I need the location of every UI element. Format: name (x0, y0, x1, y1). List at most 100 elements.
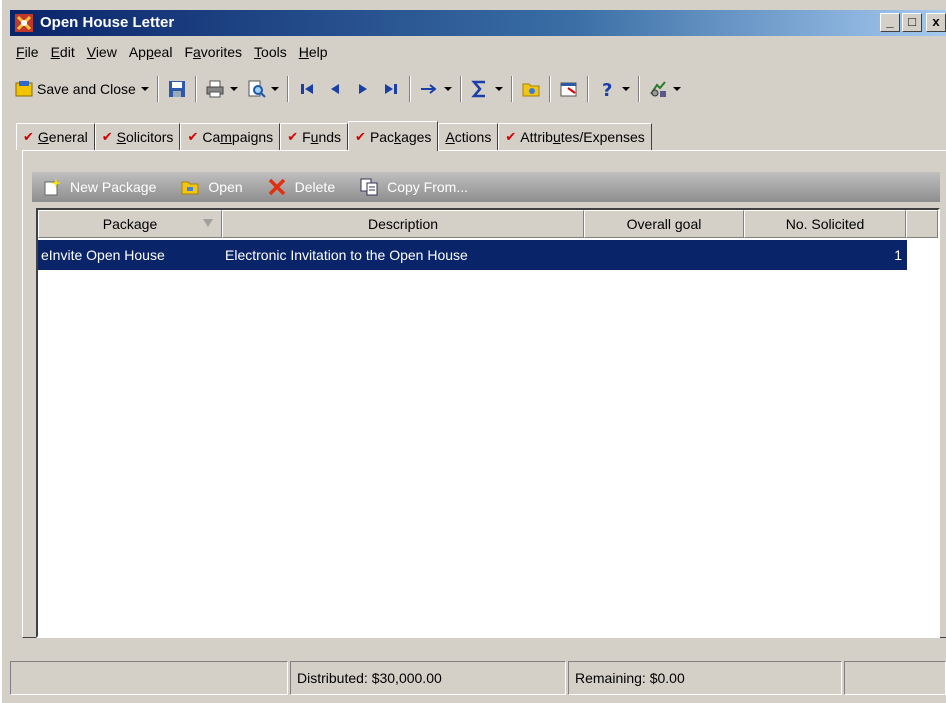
tab-actions[interactable]: Actions (438, 123, 499, 150)
toolbar-separator (510, 76, 513, 102)
column-header-filler (906, 210, 938, 238)
cell-no-solicited: 1 (894, 247, 902, 263)
column-header-no-solicited[interactable]: No. Solicited (744, 210, 906, 238)
new-item-icon (44, 178, 61, 196)
status-panel-empty (10, 661, 288, 695)
menu-tools[interactable]: Tools (248, 44, 293, 60)
column-header-description[interactable]: Description (222, 210, 584, 238)
checkmark-icon: ✔ (355, 128, 366, 144)
toolbar-separator (156, 76, 159, 102)
status-remaining: Remaining: $0.00 (568, 661, 842, 695)
go-to-button[interactable] (415, 74, 456, 104)
status-panel-extra (844, 661, 946, 695)
menu-bar: File Edit View Appeal Favorites Tools He… (10, 40, 334, 64)
sort-arrow-icon (203, 219, 213, 227)
last-record-button[interactable] (377, 74, 405, 104)
tab-attributes-expenses[interactable]: ✔ Attrib u tes/Expenses (498, 123, 652, 150)
preview-button[interactable] (242, 74, 283, 104)
print-dropdown-caret[interactable] (229, 87, 238, 91)
delete-button[interactable]: Delete (267, 177, 335, 197)
menu-help[interactable]: Help (293, 44, 334, 60)
cell-package: eInvite Open House (41, 247, 165, 263)
menu-favorites[interactable]: Favorites (178, 44, 248, 60)
sigma-icon (471, 80, 485, 98)
print-preview-icon (248, 80, 266, 98)
checkmark-icon: ✔ (187, 129, 199, 144)
previous-record-icon (330, 84, 339, 94)
column-label: Description (367, 216, 439, 232)
save-close-icon (15, 81, 33, 97)
summary-dropdown-caret[interactable] (494, 87, 503, 91)
save-and-close-label: Save and Close (37, 81, 136, 97)
floppy-disk-icon (168, 81, 185, 97)
arrow-right-icon (420, 84, 437, 94)
first-record-button[interactable] (293, 74, 321, 104)
delete-label: Delete (294, 179, 336, 195)
help-button[interactable]: ? (593, 74, 634, 104)
summary-button[interactable] (466, 74, 507, 104)
cell-description: Electronic Invitation to the Open House (225, 247, 468, 263)
checkmark-icon: ✔ (505, 129, 517, 144)
open-button[interactable]: Open (180, 177, 243, 197)
tab-strip: ✔ General ✔ Solicitors ✔ Ca m paigns ✔ Fu nds ✔… (16, 121, 652, 151)
close-button[interactable]: x (926, 13, 946, 32)
tab-solicitors[interactable]: ✔ Solicitors (94, 123, 181, 150)
column-header-overall-goal[interactable]: Overall goal (584, 210, 744, 238)
maximize-button[interactable]: □ (902, 13, 922, 32)
grid-header: Package Description Overall goal No. Sol… (38, 210, 938, 238)
next-record-icon (358, 84, 367, 94)
question-mark-icon: ? (602, 80, 612, 99)
toolbar-separator (286, 76, 289, 102)
new-package-button[interactable]: New Package (42, 177, 156, 197)
menu-file[interactable]: File (10, 44, 45, 60)
menu-appeal[interactable]: Appeal (123, 44, 179, 60)
save-button[interactable] (163, 74, 191, 104)
title-bar[interactable]: Open House Letter _ □ x (10, 10, 946, 36)
properties-icon (560, 82, 577, 97)
checkmark-icon: ✔ (101, 129, 113, 144)
copy-from-label: Copy From... (387, 179, 469, 195)
copy-from-button[interactable]: Copy From... (359, 177, 468, 197)
previous-record-button[interactable] (321, 74, 349, 104)
go-to-dropdown-caret[interactable] (443, 87, 452, 91)
preview-dropdown-caret[interactable] (270, 87, 279, 91)
last-record-icon (384, 84, 397, 94)
window-title: Open House Letter (40, 14, 175, 31)
tools-dropdown-caret[interactable] (672, 87, 681, 91)
status-bar: Distributed: $30,000.00 Remaining: $0.00 (10, 661, 946, 695)
table-row[interactable]: eInvite Open House Electronic Invitation… (38, 240, 907, 270)
copy-icon (360, 178, 378, 196)
print-button[interactable] (201, 74, 242, 104)
minimize-button[interactable]: _ (880, 13, 900, 32)
packages-toolbar: New Package Open Delete Copy From... (32, 172, 940, 202)
tab-funds[interactable]: ✔ Fu nds (280, 123, 349, 150)
new-package-label: New Package (70, 179, 157, 195)
app-logo-icon (15, 14, 33, 32)
tab-general[interactable]: ✔ General (16, 123, 95, 150)
column-label: No. Solicited (785, 216, 865, 232)
next-record-button[interactable] (349, 74, 377, 104)
tools-button[interactable] (644, 74, 685, 104)
column-label: Overall goal (626, 216, 702, 232)
save-and-close-button[interactable]: Save and Close (10, 74, 153, 104)
tab-campaigns[interactable]: ✔ Ca m paigns (180, 123, 281, 150)
folder-button[interactable] (517, 74, 545, 104)
toolbar-separator (637, 76, 640, 102)
toolbar-separator (586, 76, 589, 102)
status-distributed: Distributed: $30,000.00 (290, 661, 566, 695)
checkmark-icon: ✔ (23, 129, 34, 144)
column-header-package[interactable]: Package (38, 210, 222, 238)
help-dropdown-caret[interactable] (621, 87, 630, 91)
tab-packages[interactable]: ✔ Pac k ages (348, 121, 439, 151)
menu-view[interactable]: View (81, 44, 123, 60)
packages-grid[interactable]: Package Description Overall goal No. Sol… (36, 208, 940, 638)
menu-edit[interactable]: Edit (45, 44, 81, 60)
main-toolbar: Save and Close ? (10, 72, 685, 106)
toolbar-separator (194, 76, 197, 102)
application-window: Open House Letter _ □ x File Edit View A… (0, 0, 946, 703)
printer-icon (206, 80, 224, 98)
open-label: Open (208, 179, 243, 195)
open-folder-icon (181, 181, 199, 195)
save-dropdown-caret[interactable] (140, 87, 149, 91)
properties-button[interactable] (555, 74, 583, 104)
